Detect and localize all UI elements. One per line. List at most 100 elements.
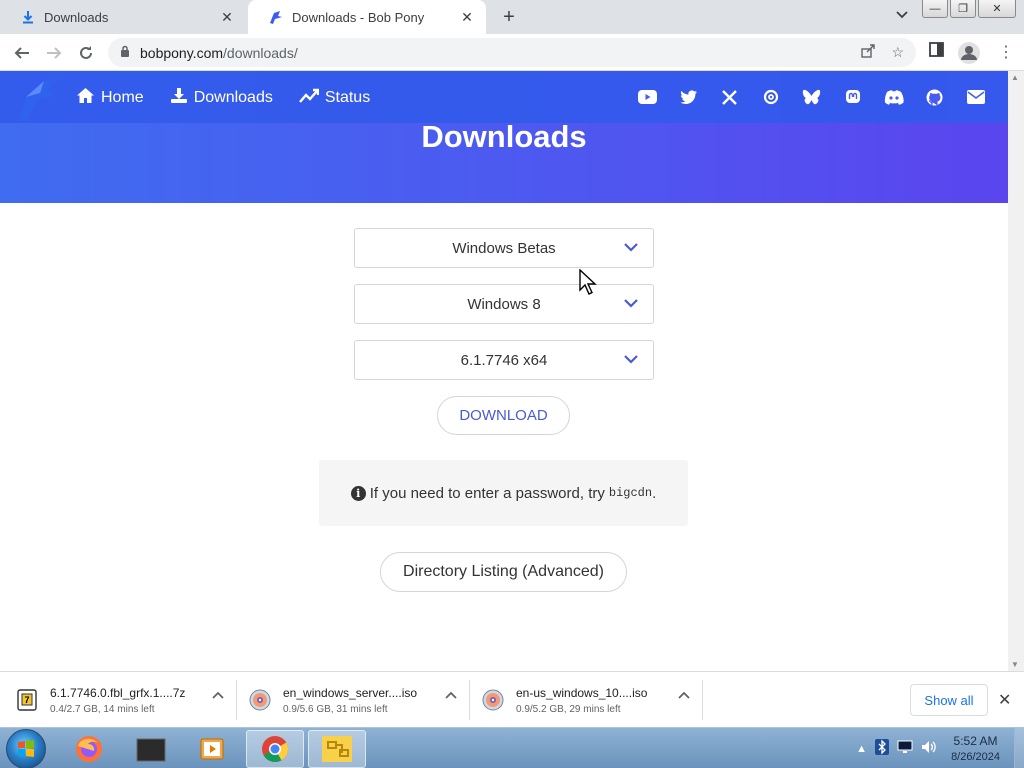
email-icon[interactable] [965,87,986,107]
x-icon[interactable] [719,87,740,107]
chevron-up-icon[interactable] [678,691,690,699]
terminal-icon[interactable] [122,730,180,768]
scroll-down-arrow-icon[interactable]: ▼ [1011,660,1019,669]
restore-button[interactable]: ❐ [950,0,976,18]
mastodon-icon[interactable] [842,87,863,107]
bobpony-logo-icon [268,9,284,25]
bluetooth-icon[interactable] [875,739,890,758]
archive-file-icon: 7 [17,689,37,711]
scroll-up-arrow-icon[interactable]: ▲ [1011,73,1019,82]
close-icon[interactable]: ✕ [998,690,1011,710]
window-controls: — ❐ ✕ [922,0,1016,18]
chart-line-icon [298,88,320,109]
nav-downloads-label: Downloads [193,89,273,106]
chevron-up-icon[interactable] [212,691,224,699]
browser-toolbar: bobpony.com/downloads/ ☆ ⋮ [0,34,1024,71]
nav-home[interactable]: Home [76,87,144,109]
site-navbar: Home Downloads Status [0,71,1008,123]
github-icon[interactable] [924,87,945,107]
download-shelf: 7 6.1.7746.0.fbl_grfx.1....7z 0.4/2.7 GB… [0,671,1024,727]
info-icon: i [350,485,366,501]
category-select-value: Windows Betas [452,239,556,257]
twitter-icon[interactable] [678,87,699,107]
divider [469,680,470,720]
volume-icon[interactable] [921,740,937,757]
nav-status[interactable]: Status [298,87,371,109]
bobpony-logo-icon[interactable] [14,75,62,123]
close-icon[interactable]: ✕ [218,8,236,26]
chevron-up-icon[interactable] [445,691,457,699]
password-notice: i If you need to enter a password, try b… [319,460,688,526]
build-select[interactable]: 6.1.7746 x64 [354,340,654,380]
download-status: 0.9/5.6 GB, 31 mins left [283,703,388,715]
hero-banner: Home Downloads Status Downloads [0,71,1008,203]
tab-downloads[interactable]: Downloads ✕ [0,0,246,34]
download-button[interactable]: DOWNLOAD [437,396,570,435]
mouse-cursor-icon [579,269,597,295]
nav-downloads[interactable]: Downloads [170,87,273,109]
discord-icon[interactable] [883,87,904,107]
nav-home-label: Home [101,89,144,106]
download-filename: 6.1.7746.0.fbl_grfx.1....7z [50,685,186,700]
download-icon [20,9,36,25]
firefox-icon[interactable] [60,730,118,768]
windows-taskbar: ▲ 5:52 AM 8/26/2024 [0,727,1024,768]
password-code: bigcdn [608,486,653,500]
url-path: /downloads/ [223,44,298,61]
url-host: bobpony.com [140,44,224,61]
network-app-icon[interactable] [308,730,366,768]
notice-suffix: . [652,484,657,502]
notice-text: If you need to enter a password, try [369,484,605,502]
clock-date: 8/26/2024 [951,750,1000,763]
tab-strip: Downloads ✕ Downloads - Bob Pony ✕ + — ❐… [0,0,1024,34]
chevron-down-icon [624,299,638,308]
lock-icon [120,45,130,60]
divider [236,680,237,720]
forward-button[interactable] [43,42,65,64]
nav-status-label: Status [324,89,371,106]
page-title: Downloads [421,119,587,154]
page-viewport: Home Downloads Status Downloads Windows … [0,71,1008,671]
kebab-menu-icon[interactable]: ⋮ [998,42,1014,62]
build-select-value: 6.1.7746 x64 [460,351,548,369]
close-icon[interactable]: ✕ [458,8,476,26]
system-tray: ▲ 5:52 AM 8/26/2024 [856,728,1024,768]
side-panel-icon[interactable] [929,42,944,62]
download-item[interactable]: en-us_windows_10....iso 0.9/5.2 GB, 29 m… [482,679,690,721]
show-hidden-icons-icon[interactable]: ▲ [856,743,867,755]
system-clock[interactable]: 5:52 AM 8/26/2024 [951,733,1000,765]
address-bar[interactable]: bobpony.com/downloads/ ☆ [108,38,916,67]
category-select[interactable]: Windows Betas [354,228,654,268]
download-icon [170,87,188,109]
show-desktop-button[interactable] [1014,728,1024,768]
network-icon[interactable] [897,740,913,757]
profile-avatar-icon[interactable] [958,42,980,69]
download-item[interactable]: en_windows_server....iso 0.9/5.6 GB, 31 … [249,679,457,721]
reload-button[interactable] [75,42,97,64]
show-all-button[interactable]: Show all [910,684,988,716]
media-player-icon[interactable] [184,730,242,768]
download-item[interactable]: 7 6.1.7746.0.fbl_grfx.1....7z 0.4/2.7 GB… [16,679,224,721]
bluesky-icon[interactable] [801,87,822,107]
tab-title: Downloads - Bob Pony [292,9,425,25]
close-window-button[interactable]: ✕ [978,0,1016,18]
tab-search-chevron-icon[interactable] [896,8,908,22]
download-filename: en_windows_server....iso [283,685,418,700]
youtube-icon[interactable] [637,87,658,107]
version-select[interactable]: Windows 8 [354,284,654,324]
page-scrollbar[interactable]: ▲ ▼ [1008,71,1024,671]
bookmark-star-icon[interactable]: ☆ [891,44,904,61]
chrome-icon[interactable] [246,730,304,768]
minimize-button[interactable]: — [922,0,948,18]
new-tab-button[interactable]: + [498,6,520,28]
back-button[interactable] [11,42,33,64]
svg-text:7: 7 [24,695,29,705]
tab-bobpony-downloads[interactable]: Downloads - Bob Pony ✕ [248,0,486,34]
start-button[interactable] [6,729,46,768]
threads-icon[interactable] [760,87,781,107]
download-status: 0.9/5.2 GB, 29 mins left [516,703,621,715]
social-links [637,87,986,107]
directory-listing-button[interactable]: Directory Listing (Advanced) [380,552,627,592]
tab-title: Downloads [44,9,109,25]
share-icon[interactable] [861,44,876,61]
